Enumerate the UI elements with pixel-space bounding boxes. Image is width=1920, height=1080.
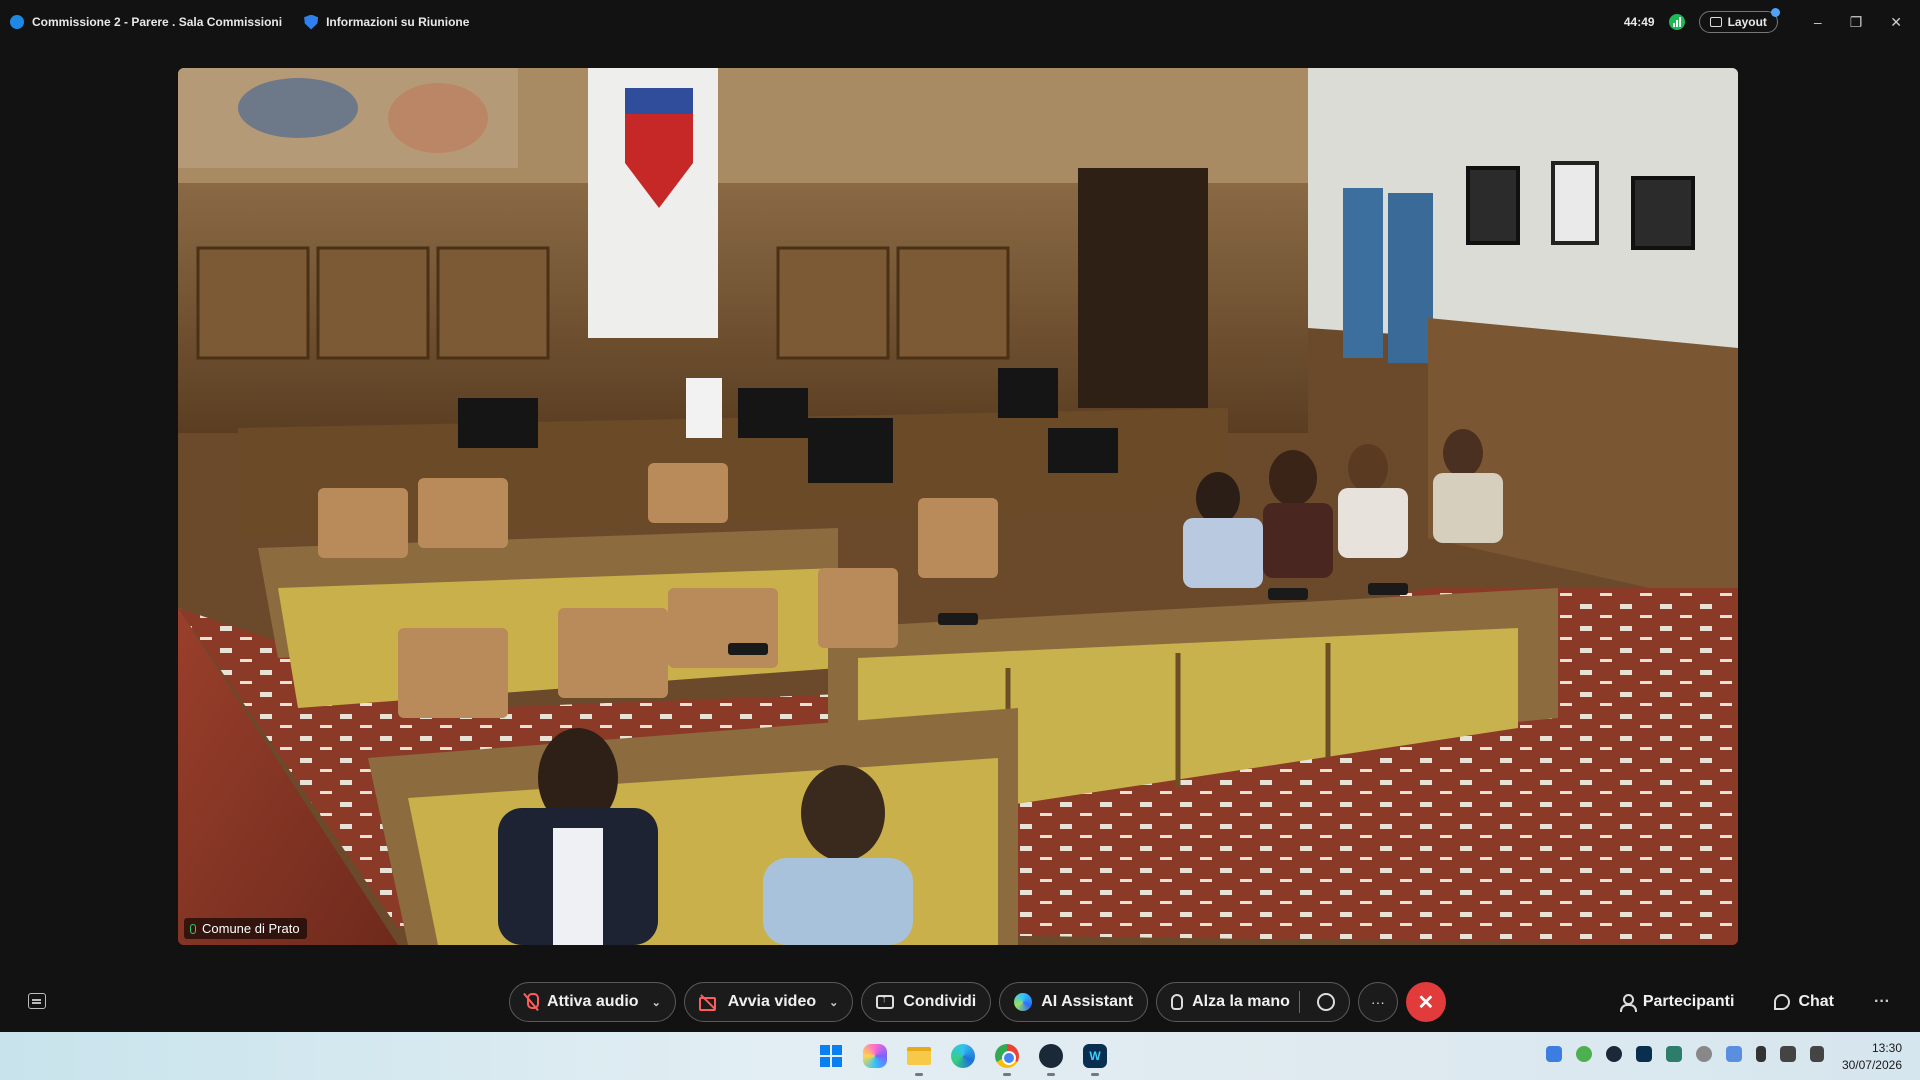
video-label: Avvia video	[727, 993, 817, 1010]
running-indicator	[1091, 1073, 1099, 1076]
running-indicator	[1003, 1073, 1011, 1076]
tray-sync-icon[interactable]	[1576, 1046, 1592, 1062]
start-video-button[interactable]: Avvia video ⌄	[683, 982, 854, 1022]
chevron-down-icon[interactable]: ⌄	[652, 996, 661, 1009]
microphone-icon[interactable]	[1756, 1046, 1766, 1062]
shield-icon[interactable]	[304, 14, 319, 30]
hand-label: Alza la mano	[1192, 993, 1290, 1010]
network-icon[interactable]	[1780, 1046, 1796, 1062]
overflow-menu-button[interactable]: ···	[1874, 993, 1890, 1011]
clock-date: 30/07/2026	[1841, 1058, 1902, 1072]
webex-icon: W	[1083, 1044, 1107, 1068]
controls-right: Partecipanti Chat ···	[1619, 982, 1890, 1022]
system-tray	[1546, 1046, 1824, 1062]
microphone-icon	[190, 923, 196, 934]
share-label: Condividi	[903, 993, 977, 1010]
video-feed[interactable]: Comune di Prato	[178, 68, 1738, 945]
edge-icon	[951, 1044, 975, 1068]
chrome-app[interactable]	[992, 1041, 1022, 1076]
participants-button[interactable]: Partecipanti	[1619, 993, 1735, 1012]
divider	[1298, 991, 1300, 1013]
audio-label: Attiva audio	[547, 993, 639, 1010]
tray-settings-icon[interactable]	[1696, 1046, 1712, 1062]
notification-dot	[1770, 8, 1780, 17]
reactions-icon[interactable]	[1316, 993, 1335, 1011]
share-screen-icon	[876, 993, 895, 1009]
title-left: Commissione 2 - Parere . Sala Commission…	[10, 14, 469, 30]
minimize-button[interactable]: –	[1814, 14, 1822, 31]
system-clock[interactable]: 13:30 30/07/2026	[1842, 1040, 1902, 1074]
meeting-info-link[interactable]: Informazioni su Riunione	[326, 15, 469, 29]
meeting-controls: Attiva audio ⌄ Avvia video ⌄ Condividi A…	[0, 980, 1920, 1024]
close-button[interactable]: ✕	[1890, 14, 1902, 31]
tray-app-icon[interactable]	[1606, 1046, 1622, 1062]
title-right: 44:49 Layout – ❐ ✕	[1623, 8, 1910, 33]
tray-webex-icon[interactable]	[1636, 1046, 1652, 1062]
copilot-icon	[863, 1044, 887, 1068]
ai-assistant-icon	[1014, 993, 1033, 1011]
chevron-down-icon[interactable]: ⌄	[829, 996, 838, 1009]
app-icon	[1039, 1044, 1063, 1068]
layout-button[interactable]: Layout	[1698, 8, 1780, 33]
leave-meeting-button[interactable]: ✕	[1405, 982, 1446, 1022]
microphone-muted-icon	[524, 993, 539, 1011]
unmute-audio-button[interactable]: Attiva audio ⌄	[509, 982, 676, 1022]
ai-label: AI Assistant	[1041, 993, 1134, 1010]
layout-label: Layout	[1727, 15, 1767, 29]
title-bar: Commissione 2 - Parere . Sala Commission…	[0, 0, 1920, 44]
volume-icon[interactable]	[1810, 1046, 1824, 1062]
participant-name: Comune di Prato	[202, 921, 300, 936]
chrome-icon	[995, 1044, 1019, 1068]
app-dark[interactable]	[1036, 1041, 1066, 1076]
layout-icon	[1709, 17, 1722, 27]
chat-label: Chat	[1798, 993, 1835, 1010]
connection-status-icon[interactable]	[1668, 14, 1685, 30]
council-chamber-video-image	[178, 68, 1738, 945]
restore-button[interactable]: ❐	[1850, 14, 1863, 31]
controls-center: Attiva audio ⌄ Avvia video ⌄ Condividi A…	[509, 982, 1446, 1022]
captions-icon[interactable]	[28, 993, 46, 1009]
participants-label: Partecipanti	[1642, 993, 1735, 1010]
person-icon	[1619, 994, 1637, 1012]
ai-assistant-button[interactable]: AI Assistant	[999, 982, 1149, 1022]
window-controls: – ❐ ✕	[1814, 14, 1902, 31]
windows-taskbar: W 13:30 30/07/2026	[0, 1032, 1920, 1080]
share-button[interactable]: Condividi	[861, 982, 992, 1022]
more-options-button[interactable]: ···	[1357, 982, 1398, 1022]
start-button[interactable]	[816, 1041, 846, 1071]
tray-monitor-icon[interactable]	[1666, 1046, 1682, 1062]
running-indicator	[915, 1073, 923, 1076]
folder-icon	[907, 1047, 931, 1065]
camera-off-icon	[698, 995, 719, 1011]
tray-shield-icon[interactable]	[1726, 1046, 1742, 1062]
webex-logo-icon	[10, 15, 24, 29]
webex-app[interactable]: W	[1080, 1041, 1110, 1076]
file-explorer-app[interactable]	[904, 1041, 934, 1076]
running-indicator	[1047, 1073, 1055, 1076]
raise-hand-button[interactable]: Alza la mano	[1156, 982, 1350, 1022]
meeting-timer: 44:49	[1623, 15, 1655, 29]
chat-bubble-icon	[1774, 994, 1791, 1010]
copilot-app[interactable]	[860, 1041, 890, 1071]
taskbar-apps: W	[816, 1041, 1110, 1076]
tray-cloud-icon[interactable]	[1546, 1046, 1562, 1062]
clock-time: 13:30	[1871, 1041, 1902, 1055]
meeting-title: Commissione 2 - Parere . Sala Commission…	[32, 15, 283, 29]
windows-logo-icon	[820, 1045, 842, 1067]
hand-icon	[1171, 994, 1184, 1010]
edge-app[interactable]	[948, 1041, 978, 1071]
participant-name-tag: Comune di Prato	[184, 918, 307, 939]
chat-button[interactable]: Chat	[1774, 993, 1834, 1011]
